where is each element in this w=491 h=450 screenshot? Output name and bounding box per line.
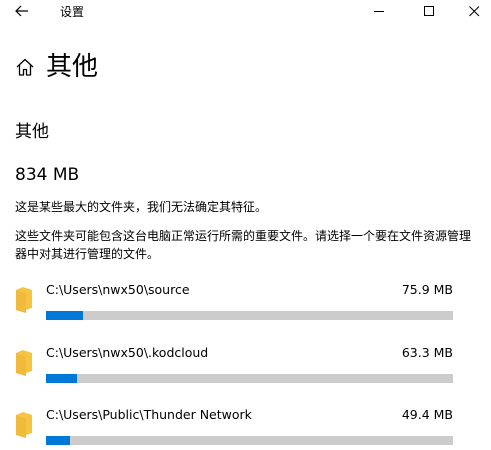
minimize-button[interactable] bbox=[356, 0, 402, 22]
close-button[interactable] bbox=[451, 0, 491, 22]
usage-bar bbox=[46, 374, 453, 383]
folder-icon bbox=[16, 350, 32, 376]
folder-item-source[interactable]: C:\Users\nwx50\source 75.9 MB bbox=[0, 278, 491, 336]
folder-size: 63.3 MB bbox=[401, 345, 453, 360]
usage-bar-fill bbox=[46, 436, 70, 445]
close-icon bbox=[468, 5, 479, 16]
usage-bar bbox=[46, 311, 453, 320]
page-title: 其他 bbox=[46, 52, 99, 82]
folder-item-kodcloud[interactable]: C:\Users\nwx50\.kodcloud 63.3 MB bbox=[0, 341, 491, 399]
folder-icon bbox=[16, 412, 32, 438]
folder-item-thunder-network[interactable]: C:\Users\Public\Thunder Network 49.4 MB bbox=[0, 403, 491, 450]
window-title: 设置 bbox=[60, 5, 85, 19]
maximize-icon bbox=[423, 5, 434, 16]
total-size: 834 MB bbox=[15, 165, 80, 185]
usage-bar bbox=[46, 436, 453, 445]
minimize-icon bbox=[373, 10, 384, 12]
warning-text: 这些文件夹可能包含这台电脑正常运行所需的重要文件。请选择一个要在文件资源管理器中… bbox=[15, 229, 472, 261]
settings-window: 设置 其他 其他 834 MB 这是某些最大的文件夹，我们无法确定其特征。 这些… bbox=[0, 0, 491, 450]
folder-path: C:\Users\nwx50\.kodcloud bbox=[46, 345, 209, 360]
maximize-button[interactable] bbox=[406, 0, 452, 22]
folder-size: 49.4 MB bbox=[401, 407, 453, 422]
folder-size: 75.9 MB bbox=[401, 282, 453, 297]
usage-bar-fill bbox=[46, 311, 83, 320]
folder-path: C:\Users\Public\Thunder Network bbox=[46, 407, 252, 422]
back-button[interactable] bbox=[8, 0, 36, 22]
home-icon bbox=[16, 58, 34, 76]
section-title: 其他 bbox=[15, 122, 49, 142]
arrow-left-icon bbox=[15, 5, 28, 17]
description-text: 这是某些最大的文件夹，我们无法确定其特征。 bbox=[15, 200, 268, 214]
folder-icon bbox=[16, 287, 32, 313]
title-bar: 设置 bbox=[0, 0, 491, 24]
usage-bar-fill bbox=[46, 374, 77, 383]
folder-path: C:\Users\nwx50\source bbox=[46, 282, 190, 297]
page-header: 其他 bbox=[14, 50, 98, 84]
